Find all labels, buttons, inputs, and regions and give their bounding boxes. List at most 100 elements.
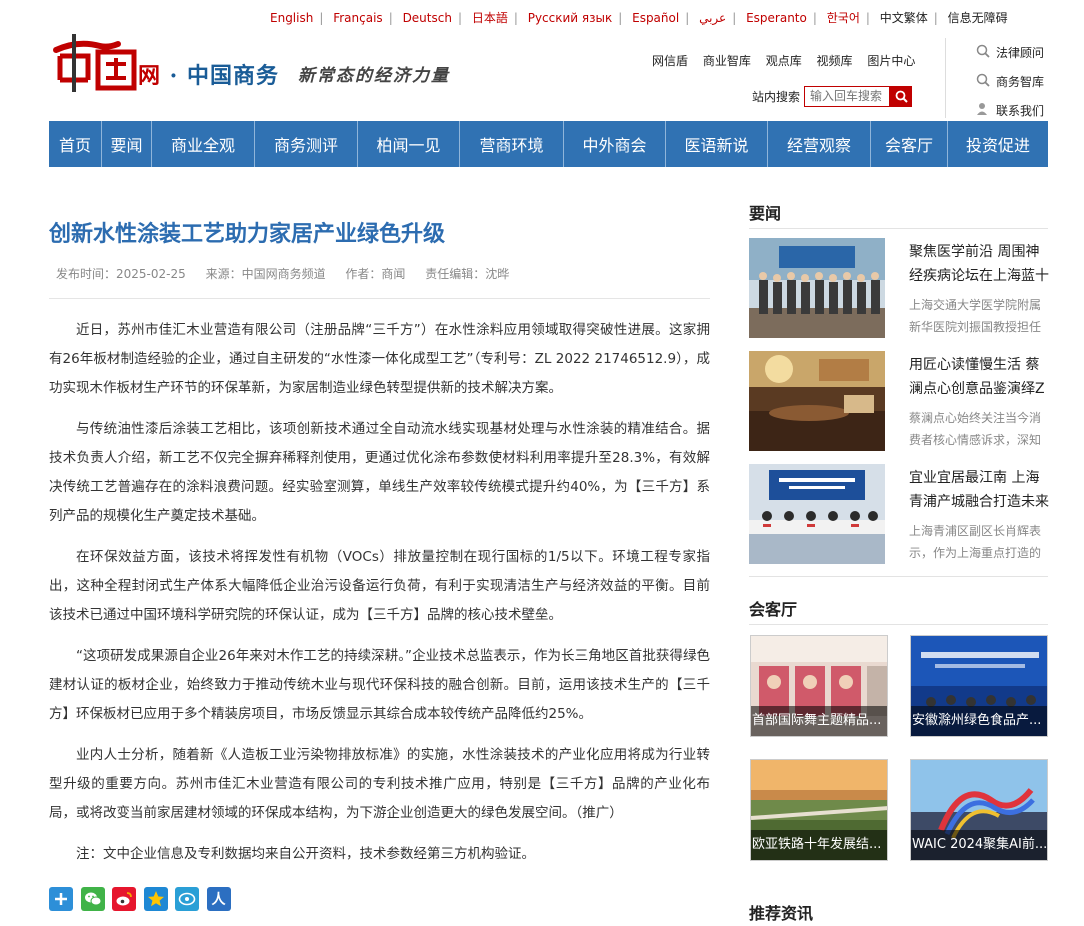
user-icon xyxy=(976,102,992,119)
nav-home[interactable]: 首页 xyxy=(49,121,102,167)
header-right-links: 法律顾问 商务智库 联系我们 xyxy=(976,38,1044,125)
site-search: 站内搜索 xyxy=(752,85,913,107)
news-headline[interactable]: 宜业宜居最江南 上海青浦产城融合打造未来 xyxy=(909,466,1049,514)
lang-separator: | xyxy=(319,11,324,25)
legal-advisor-label: 法律顾问 xyxy=(996,46,1045,60)
news-thumbnail[interactable] xyxy=(749,238,885,338)
lounge-caption: 首部国际舞主题精品... xyxy=(751,706,887,736)
sidebar-news-divider xyxy=(749,228,1048,229)
lang-russian[interactable]: Русский язык xyxy=(528,11,613,25)
top-link-wangxindun[interactable]: 网信盾 xyxy=(652,54,688,68)
lang-arabic[interactable]: عربي xyxy=(699,11,726,25)
nav-chambers[interactable]: 中外商会 xyxy=(564,121,666,167)
sidebar-news-item[interactable]: 宜业宜居最江南 上海青浦产城融合打造未来 上海青浦区副区长肖辉表示，作为上海重点… xyxy=(749,464,1049,564)
lang-esperanto[interactable]: Esperanto xyxy=(746,11,807,25)
sidebar-news-title: 要闻 xyxy=(749,204,782,223)
article-body: 近日，苏州市佳汇木业营造有限公司（注册品牌“三千方”）在水性涂料应用领域取得突破… xyxy=(49,316,710,881)
lounge-thumbnail[interactable]: 首部国际舞主题精品... xyxy=(750,635,888,737)
magnifier-icon xyxy=(976,73,992,90)
site-slogan: 新常态的经济力量 xyxy=(298,66,450,86)
sidebar-news-item[interactable]: 聚焦医学前沿 周围神经疾病论坛在上海蓝十 上海交通大学医学院附属新华医院刘振国教… xyxy=(749,238,1049,338)
renren-icon[interactable]: 人 xyxy=(206,887,231,911)
nav-lounge[interactable]: 会客厅 xyxy=(871,121,948,167)
logo-brand: 网 xyxy=(138,63,162,89)
sidebar-lounge-title: 会客厅 xyxy=(749,600,798,619)
qzone-icon[interactable] xyxy=(143,887,168,911)
header-divider xyxy=(945,38,946,118)
sidebar-recommend-title: 推荐资讯 xyxy=(749,904,814,923)
top-link-opinion[interactable]: 观点库 xyxy=(766,54,802,68)
article-meta: 发布时间：2025-02-25 来源：中国网商务频道 作者：商闻 责任编辑：沈晔 xyxy=(56,265,525,282)
nav-medical-news[interactable]: 医语新说 xyxy=(666,121,768,167)
lounge-thumbnail[interactable]: 安徽滁州绿色食品产... xyxy=(910,635,1048,737)
lang-separator: | xyxy=(732,11,737,25)
article-divider xyxy=(49,298,710,299)
site-search-label: 站内搜索 xyxy=(752,89,801,104)
nav-business-environment[interactable]: 营商环境 xyxy=(460,121,564,167)
site-search-input[interactable] xyxy=(804,85,891,107)
publish-time: 发布时间：2025-02-25 xyxy=(56,267,186,281)
lang-separator: | xyxy=(812,11,817,25)
article-paragraph: “这项研发成果源自企业26年来对木作工艺的持续深耕。”企业技术总监表示，作为长三… xyxy=(49,648,710,722)
nav-business-observation[interactable]: 经营观察 xyxy=(768,121,871,167)
main-nav: 首页 要闻 商业全观 商务测评 柏闻一见 营商环境 中外商会 医语新说 经营观察… xyxy=(49,121,1048,167)
lounge-caption: 安徽滁州绿色食品产... xyxy=(911,706,1047,736)
share-bar: 人 xyxy=(49,887,238,911)
news-headline[interactable]: 聚焦医学前沿 周围神经疾病论坛在上海蓝十 xyxy=(909,240,1049,288)
wechat-icon[interactable] xyxy=(80,887,105,911)
news-summary: 蔡澜点心始终关注当今消费者核心情感诉求，深知 xyxy=(909,411,1042,447)
sidebar-lounge-divider xyxy=(749,624,1048,625)
accessibility-link[interactable]: 信息无障碍 xyxy=(948,11,1008,25)
share-link-icon[interactable] xyxy=(175,887,199,911)
nav-business-overview[interactable]: 商业全观 xyxy=(152,121,255,167)
article-title: 创新水性涂装工艺助力家居产业绿色升级 xyxy=(49,222,446,247)
lang-separator: | xyxy=(865,11,870,25)
article-paragraph: 在环保效益方面，该技术将挥发性有机物（VOCs）排放量控制在现行国标的1/5以下… xyxy=(49,549,710,623)
contact-us-label: 联系我们 xyxy=(996,104,1045,118)
lang-french[interactable]: Français xyxy=(333,11,382,25)
search-button[interactable] xyxy=(890,85,913,107)
search-icon xyxy=(895,90,908,103)
lang-korean[interactable]: 한국어 xyxy=(827,11,860,25)
magnifier-icon xyxy=(976,44,992,61)
lang-traditional-chinese[interactable]: 中文繁体 xyxy=(880,11,928,25)
lang-english[interactable]: English xyxy=(270,11,313,25)
nav-business-review[interactable]: 商务测评 xyxy=(255,121,358,167)
site-logo[interactable]: 网 · 中国商务 新常态的经济力量 xyxy=(48,30,468,100)
nav-investment-promotion[interactable]: 投资促进 xyxy=(948,121,1048,167)
lang-separator: | xyxy=(388,11,393,25)
news-thumbnail[interactable] xyxy=(749,351,885,451)
lang-separator: | xyxy=(513,11,518,25)
sidebar-news-item[interactable]: 用匠心读懂慢生活 蔡澜点心创意品鉴演绎Z 蔡澜点心始终关注当今消费者核心情感诉求… xyxy=(749,351,1049,451)
top-link-think-tank[interactable]: 商业智库 xyxy=(703,54,751,68)
article-author: 作者：商闻 xyxy=(345,267,406,281)
lang-german[interactable]: Deutsch xyxy=(403,11,452,25)
news-summary: 上海交通大学医学院附属新华医院刘振国教授担任 xyxy=(909,298,1042,334)
share-more-icon[interactable] xyxy=(49,887,73,911)
lounge-caption: 欧亚铁路十年发展结... xyxy=(751,830,887,860)
lounge-thumbnail[interactable]: 欧亚铁路十年发展结... xyxy=(750,759,888,861)
lounge-caption: WAIC 2024聚集AI前... xyxy=(911,830,1047,860)
article-editor: 责任编辑：沈晔 xyxy=(425,267,510,281)
lang-separator: | xyxy=(685,11,690,25)
news-thumbnail[interactable] xyxy=(749,464,885,564)
weibo-icon[interactable] xyxy=(112,887,136,911)
top-links: 网信盾 商业智库 观点库 视频库 图片中心 xyxy=(652,52,926,69)
legal-advisor-link[interactable]: 法律顾问 xyxy=(976,38,1044,67)
article-paragraph: 与传统油性漆后涂装工艺相比，该项创新技术通过全自动流水线实现基材处理与水性涂装的… xyxy=(49,421,710,524)
lang-japanese[interactable]: 日本語 xyxy=(472,11,508,25)
news-summary: 上海青浦区副区长肖辉表示，作为上海重点打造的 xyxy=(909,524,1042,560)
sidebar-section-divider xyxy=(749,576,1048,577)
article-paragraph: 业内人士分析，随着新《人造板工业污染物排放标准》的实施，水性涂装技术的产业化应用… xyxy=(49,747,710,821)
lounge-thumbnail[interactable]: WAIC 2024聚集AI前... xyxy=(910,759,1048,861)
nav-headlines[interactable]: 要闻 xyxy=(102,121,152,167)
article-note: 注：文中企业信息及专利数据均来自公开资料，技术参数经第三方机构验证。 xyxy=(76,846,535,862)
lang-spanish[interactable]: Español xyxy=(632,11,679,25)
business-think-tank-label: 商务智库 xyxy=(996,75,1045,89)
nav-bowen-yijian[interactable]: 柏闻一见 xyxy=(358,121,460,167)
top-link-photo[interactable]: 图片中心 xyxy=(867,54,915,68)
language-bar: English | Français | Deutsch | 日本語 | Русский… xyxy=(270,9,1008,26)
business-think-tank-link[interactable]: 商务智库 xyxy=(976,67,1044,96)
top-link-video[interactable]: 视频库 xyxy=(817,54,853,68)
news-headline[interactable]: 用匠心读懂慢生活 蔡澜点心创意品鉴演绎Z xyxy=(909,353,1049,401)
